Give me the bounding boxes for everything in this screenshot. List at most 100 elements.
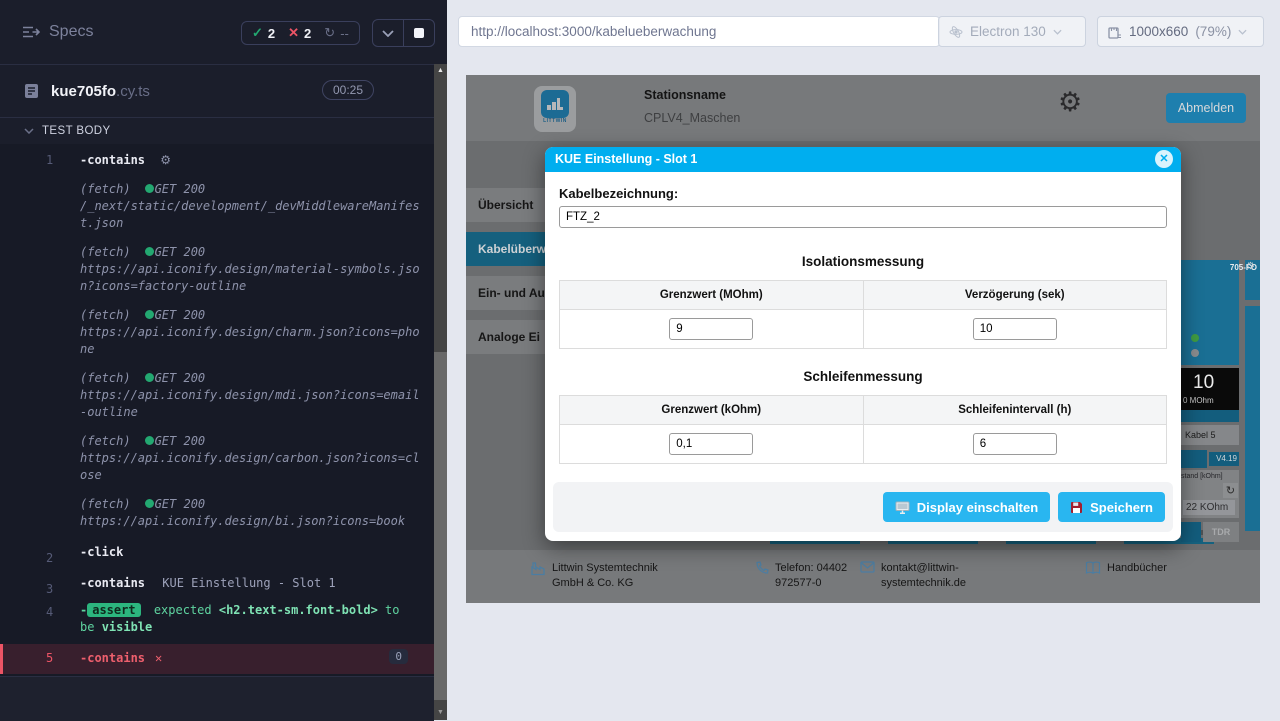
chevron-down-icon [382,30,394,37]
line-number: 4 [46,604,53,621]
command-name: contains [87,153,145,167]
passed-check-icon: ✓ [252,25,263,41]
col-verzoegerung-sek: Verzögerung (sek) [863,281,1167,309]
schleifenmessung-table: Grenzwert (kOhm) Schleifenintervall (h) [559,395,1167,464]
command-contains-1[interactable]: 1 -contains ⚙ [0,144,434,169]
fetch-status: GET 200 [155,497,206,511]
failed-command: -contains✕ [80,651,162,665]
test-stats: ✓ 2 ✕ 2 ↻ -- [241,21,360,45]
littwin-logo-text: LITTWIN [534,118,576,124]
spec-file-icon [24,83,39,99]
specs-menu-icon [22,25,40,39]
card-tile [1245,306,1260,531]
fetch-log-entry[interactable]: (fetch)GET 200 https://api.iconify.desig… [80,496,424,530]
phone-icon [755,561,769,575]
stop-button[interactable] [403,20,434,46]
col-grenzwert-mohm: Grenzwert (MOhm) [560,281,863,309]
verzoegerung-sek-input[interactable] [973,318,1057,340]
card-gear-icon[interactable]: ⚙ [1246,261,1255,272]
footer-manuals[interactable]: Handbücher [1085,561,1167,576]
speichern-button[interactable]: Speichern [1058,492,1165,522]
fetch-label: (fetch) [80,434,131,448]
fetch-url: https://api.iconify.design/material-symb… [80,262,420,293]
stat-pending: ↻ -- [324,25,349,41]
close-icon[interactable]: ✕ [1155,150,1173,168]
command-log: 1 -contains ⚙ (fetch)GET 200 /_next/stat… [0,144,434,684]
led-gray [1191,349,1199,357]
resistance-label: stand [kOhm] [1181,473,1223,480]
scroll-up-arrow[interactable]: ▲ [434,64,447,78]
nav-item-ein-ausgaenge[interactable]: Ein- und Au [466,276,545,310]
fetch-log-entry[interactable]: (fetch)GET 200 https://api.iconify.desig… [80,244,424,295]
status-ok-dot [145,310,154,319]
schleifenintervall-h-input[interactable] [973,433,1057,455]
command-gear-icon[interactable]: ⚙ [160,153,171,167]
fetch-log-entry[interactable]: (fetch)GET 200 https://api.iconify.desig… [80,370,424,421]
display-value: 10 [1193,372,1214,394]
log-end-divider [0,676,434,721]
fetch-log-entry[interactable]: (fetch)GET 200 /_next/static/development… [80,181,424,232]
match-count-badge: 0 [389,649,408,664]
status-ok-dot [145,436,154,445]
viewport-ruler-icon [1108,25,1122,39]
nav-item-kabelueberwachung[interactable]: Kabelüberw [466,232,545,266]
footer-phone: Telefon: 04402 972577-0 [755,561,867,591]
nav-item-analoge-eingaenge[interactable]: Analoge Ei [466,320,545,354]
display-unit: 0 MOhm [1183,396,1214,405]
stat-passed: ✓ 2 [252,25,275,41]
test-body-toggle[interactable]: TEST BODY [0,118,434,144]
command-assert[interactable]: 4 -assert expected <h2.text-sm.font-bold… [0,592,410,636]
chevron-down-icon [24,128,34,134]
tdr-button[interactable]: TDR [1203,522,1239,542]
fetch-log-entry[interactable]: (fetch)GET 200 https://api.iconify.desig… [80,307,424,358]
firmware-version: V4.19 [1209,452,1239,466]
fetch-url: https://api.iconify.design/charm.json?ic… [80,325,420,356]
cypress-reporter: Specs ✓ 2 ✕ 2 ↻ -- [0,0,447,720]
refresh-icon[interactable]: ↻ [1223,483,1238,498]
nav-item-uebersicht[interactable]: Übersicht [466,188,545,222]
book-icon [1085,561,1101,574]
fetch-url: https://api.iconify.design/carbon.json?i… [80,451,420,482]
kabelbezeichnung-label: Kabelbezeichnung: [559,186,1167,201]
email-icon [860,561,875,573]
littwin-logo-icon [541,90,569,118]
specs-menu[interactable]: Specs [22,23,93,41]
run-controls [372,19,435,47]
settings-gear-icon[interactable]: ⚙ [1058,87,1082,118]
fetch-log-entry[interactable]: (fetch) GET 200 https://api.iconify.desig… [80,433,424,484]
spec-name-main: kue705fo [51,83,116,100]
collapse-button[interactable] [373,20,403,46]
kabel-button[interactable]: Kabel 5 [1181,425,1239,445]
app-header: LITTWIN Stationsname CPLV4_Maschen ⚙ Abm… [466,75,1260,141]
reporter-scrollbar[interactable]: ▲ ▼ [434,64,447,720]
command-contains-failed[interactable]: 5 -contains✕ 0 [0,644,434,674]
grenzwert-kohm-input[interactable] [669,433,753,455]
viewport-size: 1000x660 [1129,24,1188,39]
kabelbezeichnung-input[interactable] [559,206,1167,228]
speichern-label: Speichern [1090,500,1153,515]
assert-badge: assert [87,603,140,617]
fetch-status: GET 200 [155,308,206,322]
logout-button[interactable]: Abmelden [1166,93,1246,123]
card-tile [1181,260,1239,365]
command-contains-3[interactable]: 3 -contains KUE Einstellung - Slot 1 [0,561,434,592]
viewport-select[interactable]: 1000x660 (79%) [1097,16,1264,47]
save-floppy-icon [1070,501,1083,514]
fetch-status: GET 200 [155,434,206,448]
browser-select[interactable]: Electron 130 [938,16,1086,47]
scroll-down-arrow[interactable]: ▼ [434,706,447,720]
command-click[interactable]: 2 -click [0,530,434,561]
footer-phone-text: Telefon: 04402 972577-0 [775,561,867,591]
url-input[interactable] [458,16,940,47]
spec-row[interactable]: kue705fo.cy.ts 00:25 [0,65,434,118]
line-number: 1 [46,152,53,169]
chevron-down-icon [1238,29,1247,35]
scrollbar-thumb[interactable] [434,352,447,700]
display-einschalten-button[interactable]: Display einschalten [883,492,1050,522]
line-number: 5 [46,651,53,665]
failed-x-icon: ✕ [288,25,299,41]
footer-company: Littwin Systemtechnik GmbH & Co. KG [530,561,674,591]
grenzwert-mohm-input[interactable] [669,318,753,340]
status-ok-dot [145,247,154,256]
pending-count: -- [340,26,349,41]
